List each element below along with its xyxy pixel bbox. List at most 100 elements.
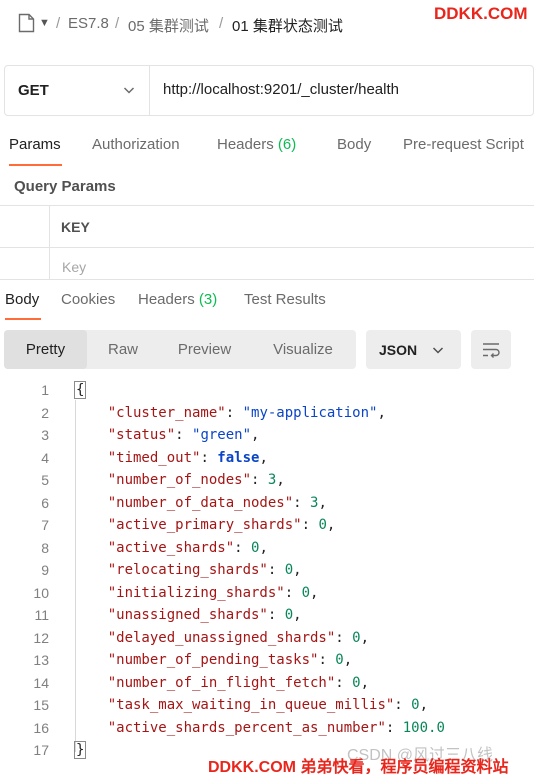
collection-icon[interactable]	[18, 13, 35, 33]
code-line: 10 "initializing_shards": 0,	[0, 585, 534, 607]
code-text: "active_shards_percent_as_number": 100.0	[107, 719, 445, 736]
code-line: 7 "active_primary_shards": 0,	[0, 517, 534, 539]
code-line: 12 "delayed_unassigned_shards": 0,	[0, 630, 534, 652]
json-value: 0	[335, 652, 344, 668]
view-preview-button[interactable]: Preview	[159, 330, 250, 369]
json-key: "initializing_shards"	[107, 584, 285, 601]
tab-response-headers[interactable]: Headers (3)	[138, 291, 217, 308]
json-value: 0	[411, 697, 420, 713]
line-number: 12	[33, 629, 49, 646]
json-value: false	[217, 449, 260, 466]
breadcrumb: ▼ / ES7.8 / 05 集群测试 / 01 集群状态测试 DDKK.COM	[0, 0, 534, 50]
tab-cookies[interactable]: Cookies	[61, 291, 115, 308]
code-text: "active_shards": 0,	[107, 539, 268, 556]
line-number: 15	[33, 697, 49, 713]
query-params-title: Query Params	[14, 178, 116, 195]
format-label: JSON	[379, 342, 418, 358]
code-text: "number_of_in_flight_fetch": 0,	[107, 674, 370, 691]
line-number: 6	[41, 494, 49, 511]
line-number: 9	[41, 562, 49, 578]
json-key: "cluster_name"	[107, 404, 226, 421]
response-tabs: Body Cookies Headers (3) Test Results	[0, 285, 534, 321]
breadcrumb-item-es78[interactable]: ES7.8	[68, 15, 109, 32]
key-input[interactable]: Key	[62, 259, 86, 275]
code-line: 4 "timed_out": false,	[0, 450, 534, 472]
response-headers-count-badge: (3)	[198, 291, 218, 308]
url-input[interactable]: http://localhost:9201/_cluster/health	[163, 81, 399, 98]
json-key: "active_primary_shards"	[107, 517, 302, 533]
tab-test-results[interactable]: Test Results	[244, 291, 326, 308]
code-line: 11 "unassigned_shards": 0,	[0, 607, 534, 629]
request-bar: GET http://localhost:9201/_cluster/healt…	[4, 65, 534, 116]
json-value: 100.0	[402, 719, 445, 736]
json-key: "unassigned_shards"	[107, 607, 268, 623]
breadcrumb-item-current[interactable]: 01 集群状态测试	[232, 15, 343, 36]
json-value: 0	[284, 607, 294, 623]
json-value: "my-application"	[242, 404, 378, 421]
method-select[interactable]: GET	[5, 66, 150, 115]
response-body-code[interactable]: 1 {2 "cluster_name": "my-application", 3 "…	[0, 381, 534, 774]
headers-count-badge: (6)	[277, 136, 297, 153]
divider	[0, 279, 534, 280]
code-text: "unassigned_shards": 0,	[107, 607, 302, 623]
json-key: "status"	[107, 427, 176, 443]
breadcrumb-item-cluster-test[interactable]: 05 集群测试	[128, 15, 209, 36]
view-pretty-button[interactable]: Pretty	[4, 330, 87, 369]
view-visualize-button[interactable]: Visualize	[250, 330, 356, 369]
line-number: 1	[41, 382, 49, 398]
column-divider	[49, 205, 50, 280]
code-line: 9 "relocating_shards": 0,	[0, 562, 534, 584]
code-line: 13 "number_of_pending_tasks": 0,	[0, 652, 534, 674]
json-key: "number_of_nodes"	[107, 472, 252, 488]
code-text: "active_primary_shards": 0,	[107, 517, 336, 533]
line-number: 14	[33, 674, 49, 691]
key-column-header: KEY	[61, 219, 90, 235]
divider	[0, 247, 534, 248]
tab-headers[interactable]: Headers (6)	[217, 136, 296, 153]
code-text: "status": "green",	[107, 427, 260, 443]
json-key: "task_max_waiting_in_queue_millis"	[107, 697, 395, 713]
json-key: "active_shards"	[107, 539, 235, 556]
code-line: 6 "number_of_data_nodes": 3,	[0, 495, 534, 517]
response-view-toolbar: Pretty Raw Preview Visualize JSON	[0, 330, 534, 370]
json-key: "number_of_data_nodes"	[107, 494, 294, 511]
json-key: "delayed_unassigned_shards"	[107, 629, 336, 646]
divider	[0, 205, 534, 206]
code-line: 2 "cluster_name": "my-application",	[0, 405, 534, 427]
active-tab-indicator	[5, 318, 41, 320]
query-params-table: KEY Key	[0, 205, 534, 280]
watermark-top: DDKK.COM	[434, 4, 528, 23]
code-text: "number_of_nodes": 3,	[107, 472, 285, 488]
code-text: "timed_out": false,	[107, 449, 268, 466]
json-value: 0	[301, 584, 311, 601]
code-text: "cluster_name": "my-application",	[107, 404, 386, 421]
format-select[interactable]: JSON	[366, 330, 461, 369]
breadcrumb-separator: /	[56, 15, 61, 32]
json-value: "green"	[192, 427, 252, 443]
view-raw-button[interactable]: Raw	[87, 330, 159, 369]
tab-authorization[interactable]: Authorization	[92, 136, 180, 153]
code-text: "initializing_shards": 0,	[107, 584, 319, 601]
open-brace: {	[74, 381, 87, 399]
breadcrumb-separator: /	[115, 15, 120, 32]
chevron-down-icon	[432, 347, 444, 354]
json-key: "number_of_in_flight_fetch"	[107, 674, 336, 691]
code-text: "task_max_waiting_in_queue_millis": 0,	[107, 697, 429, 713]
tab-params[interactable]: Params	[9, 136, 61, 153]
tab-response-body[interactable]: Body	[5, 291, 39, 308]
code-line: 5 "number_of_nodes": 3,	[0, 472, 534, 494]
chevron-down-icon	[123, 87, 135, 94]
wrap-lines-button[interactable]	[471, 330, 511, 369]
wrap-lines-icon	[483, 343, 500, 358]
line-number: 16	[33, 719, 49, 736]
caret-down-icon[interactable]: ▼	[39, 17, 50, 29]
line-number: 11	[34, 607, 49, 623]
tab-pre-request-script[interactable]: Pre-request Script	[403, 136, 524, 153]
tab-body[interactable]: Body	[337, 136, 371, 153]
code-line: 14 "number_of_in_flight_fetch": 0,	[0, 675, 534, 697]
line-number: 13	[33, 652, 49, 668]
json-value: 0	[318, 517, 327, 533]
code-line: 15 "task_max_waiting_in_queue_millis": 0…	[0, 697, 534, 719]
active-tab-indicator	[9, 164, 62, 166]
line-number: 3	[41, 427, 49, 443]
